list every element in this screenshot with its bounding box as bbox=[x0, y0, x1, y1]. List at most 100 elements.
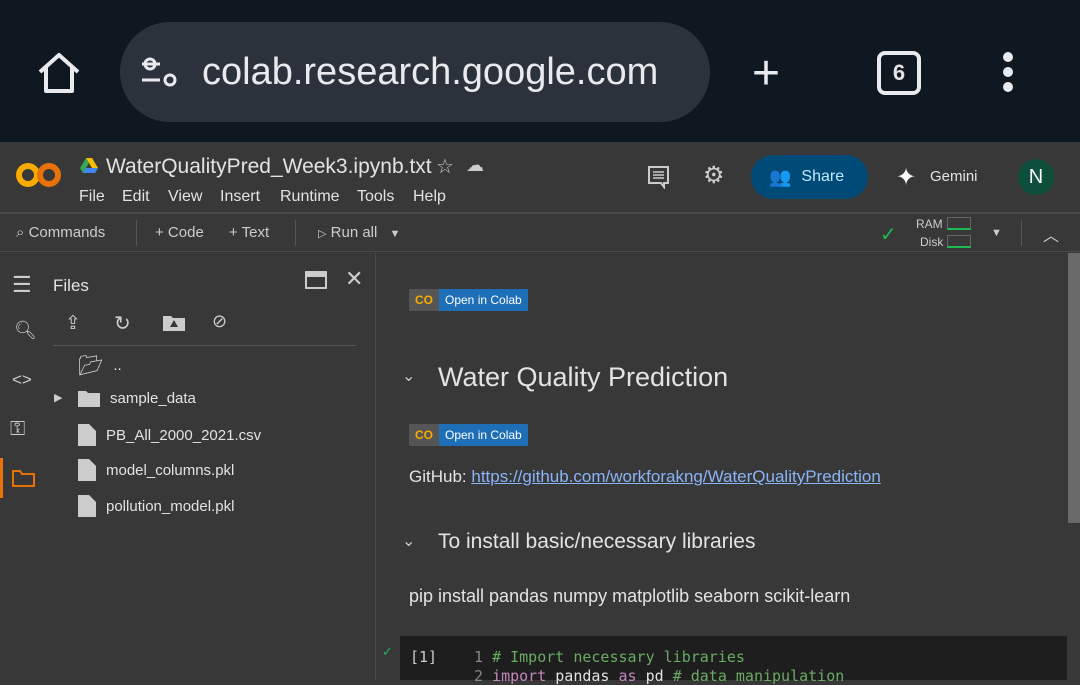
search-icon: ⌕ bbox=[16, 224, 25, 241]
code-comment: # Import necessary libraries bbox=[492, 648, 745, 666]
file-item-folder[interactable]: sample_data bbox=[78, 389, 196, 407]
github-label: GitHub: bbox=[409, 467, 472, 486]
menu-view[interactable]: View bbox=[168, 188, 202, 206]
open-in-colab-badge[interactable]: CO Open in Colab bbox=[409, 289, 528, 311]
code-text: pandas bbox=[546, 667, 619, 685]
files-title: Files bbox=[53, 276, 89, 295]
disk-label: Disk bbox=[920, 235, 944, 249]
dock-panel-icon[interactable] bbox=[305, 271, 327, 289]
run-all-button[interactable]: ▷ Run all ▼ bbox=[318, 224, 400, 241]
code-snippets-icon[interactable]: <> bbox=[12, 370, 32, 390]
code-keyword: import bbox=[492, 667, 547, 685]
address-bar[interactable]: colab.research.google.com bbox=[120, 22, 710, 122]
colab-logo: CO bbox=[409, 424, 439, 446]
menu-file[interactable]: File bbox=[79, 188, 105, 206]
folder-icon bbox=[78, 391, 100, 407]
toc-icon[interactable]: ☰ bbox=[12, 272, 32, 298]
commands-label: Commands bbox=[28, 224, 106, 241]
collapse-section-icon[interactable]: ⌄ bbox=[402, 531, 415, 551]
commands-button[interactable]: ⌕ Commands bbox=[16, 224, 105, 241]
code-cell[interactable]: [1] 1 # Import necessary libraries 2 imp… bbox=[400, 636, 1067, 685]
github-link[interactable]: https://github.com/workforakng/WaterQual… bbox=[471, 467, 880, 486]
file-icon bbox=[78, 459, 96, 481]
comment-icon[interactable] bbox=[647, 165, 671, 189]
chevron-down-icon[interactable]: ▼ bbox=[390, 228, 401, 240]
add-text-button[interactable]: + Text bbox=[229, 224, 269, 241]
close-icon[interactable]: ✕ bbox=[345, 266, 363, 292]
share-label: Share bbox=[801, 168, 845, 185]
cell-success-icon: ✓ bbox=[382, 644, 393, 659]
line-number: 2 bbox=[474, 667, 484, 685]
ram-label: RAM bbox=[916, 217, 943, 231]
notebook-title[interactable]: WaterQualityPred_Week3.ipynb.txt bbox=[106, 155, 432, 179]
colab-logo bbox=[16, 163, 61, 187]
divider bbox=[295, 220, 296, 246]
collapse-icon[interactable]: ︿ bbox=[1043, 222, 1059, 246]
folder-open-icon: 📂︎ bbox=[78, 355, 104, 377]
code-text: pd bbox=[636, 667, 673, 685]
menu-tools[interactable]: Tools bbox=[357, 188, 394, 206]
url-text[interactable]: colab.research.google.com bbox=[202, 51, 658, 94]
scrollbar[interactable] bbox=[1068, 253, 1080, 523]
file-name: .. bbox=[113, 357, 122, 374]
code-line: 2 import pandas as pd # data manipulatio… bbox=[474, 667, 844, 685]
new-tab-button[interactable]: + bbox=[752, 46, 780, 101]
files-folder-icon[interactable] bbox=[12, 469, 35, 487]
add-code-button[interactable]: + Code bbox=[155, 224, 204, 241]
open-in-colab-badge[interactable]: CO Open in Colab bbox=[409, 424, 528, 446]
execution-count: [1] bbox=[410, 648, 438, 666]
more-icon[interactable] bbox=[1003, 52, 1015, 92]
mount-drive-icon[interactable] bbox=[163, 314, 185, 331]
divider bbox=[53, 345, 356, 346]
file-item[interactable]: PB_All_2000_2021.csv bbox=[78, 424, 261, 446]
menu-insert[interactable]: Insert bbox=[220, 188, 260, 206]
ram-meter bbox=[947, 217, 971, 230]
colab-logo: CO bbox=[409, 289, 439, 311]
refresh-icon[interactable]: ↻ bbox=[114, 311, 131, 336]
resources-dropdown-icon[interactable]: ▼ bbox=[991, 227, 1002, 239]
file-item[interactable]: pollution_model.pkl bbox=[78, 495, 234, 517]
tab-switcher-button[interactable]: 6 bbox=[877, 51, 921, 95]
menu-runtime[interactable]: Runtime bbox=[280, 188, 340, 206]
file-item[interactable]: model_columns.pkl bbox=[78, 459, 234, 481]
gemini-button[interactable]: Gemini bbox=[930, 168, 978, 185]
divider bbox=[136, 220, 137, 246]
disk-meter bbox=[947, 235, 971, 248]
github-line: GitHub: https://github.com/workforakng/W… bbox=[409, 467, 881, 487]
section-heading: Water Quality Prediction bbox=[438, 362, 729, 392]
file-name: pollution_model.pkl bbox=[106, 497, 235, 515]
drive-icon bbox=[80, 158, 98, 173]
secrets-key-icon[interactable]: ⚿ bbox=[10, 418, 25, 441]
hide-files-icon[interactable]: ⊘ bbox=[212, 311, 227, 332]
home-icon[interactable] bbox=[36, 50, 82, 96]
share-button[interactable]: 👥 Share bbox=[751, 155, 868, 199]
gemini-icon[interactable]: ✦ bbox=[896, 163, 916, 192]
people-icon: 👥 bbox=[769, 166, 792, 187]
code-keyword: as bbox=[618, 667, 637, 685]
file-name: PB_All_2000_2021.csv bbox=[106, 426, 262, 444]
menu-edit[interactable]: Edit bbox=[122, 188, 150, 206]
line-number: 1 bbox=[474, 648, 484, 666]
collapse-section-icon[interactable]: ⌄ bbox=[402, 366, 415, 386]
file-icon bbox=[78, 424, 96, 446]
file-icon bbox=[78, 495, 96, 517]
avatar[interactable]: N bbox=[1018, 159, 1054, 195]
site-settings-icon[interactable] bbox=[140, 56, 180, 88]
pip-text: pip install pandas numpy matplotlib seab… bbox=[409, 586, 851, 606]
star-icon[interactable]: ☆ bbox=[436, 154, 454, 179]
badge-label: Open in Colab bbox=[439, 424, 528, 446]
file-name: sample_data bbox=[110, 389, 196, 407]
subsection-heading: To install basic/necessary libraries bbox=[438, 530, 756, 553]
divider bbox=[1021, 220, 1022, 246]
code-line: 1 # Import necessary libraries bbox=[474, 648, 745, 666]
upload-file-icon[interactable]: ⇪ bbox=[65, 312, 81, 335]
connected-check-icon: ✓ bbox=[880, 224, 897, 246]
run-all-label: Run all bbox=[330, 224, 378, 241]
settings-icon[interactable]: ⚙ bbox=[703, 161, 725, 190]
expand-arrow-icon[interactable]: ▶ bbox=[54, 391, 62, 404]
file-item-parent[interactable]: 📂︎.. bbox=[78, 353, 122, 378]
find-icon[interactable]: 🔍︎ bbox=[14, 320, 37, 341]
cloud-saved-icon[interactable]: ☁ bbox=[466, 155, 484, 176]
play-icon: ▷ bbox=[318, 228, 327, 240]
menu-help[interactable]: Help bbox=[413, 188, 446, 206]
